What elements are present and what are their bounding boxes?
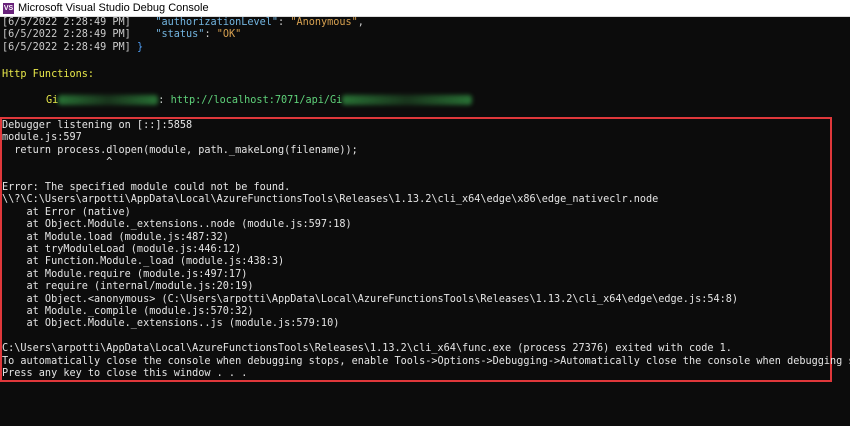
json-value: "OK": [216, 29, 242, 41]
json-separator: :: [204, 29, 217, 41]
json-key: "authorizationLevel": [155, 17, 279, 28]
press-any-key-prompt: Press any key to close this window . . .: [2, 368, 248, 379]
log-line-authorization: [6/5/2022 2:28:49 PM] "authorizationLeve…: [2, 17, 364, 30]
stack-frame: at Error (native): [2, 206, 131, 218]
stack-frame: at tryModuleLoad (module.js:446:12): [2, 244, 242, 255]
timestamp: [6/5/2022 2:28:49 PM]: [2, 29, 131, 41]
redacted-function-name: [58, 95, 159, 105]
stack-frame: at Object.Module._extensions..node (modu…: [2, 219, 352, 231]
function-name: Gi: [46, 95, 59, 106]
stack-frame: at require (internal/module.js:20:19): [2, 281, 254, 293]
json-value: "Anonymous": [290, 17, 358, 28]
json-tail: ,: [357, 17, 364, 28]
stack-frame: at Module.load (module.js:487:32): [2, 231, 229, 243]
error-line: return process.dlopen(module, path._make…: [2, 144, 358, 156]
stack-frame: at Function.Module._load (module.js:438:…: [2, 256, 285, 268]
window-title: Microsoft Visual Studio Debug Console: [18, 2, 209, 14]
error-line: \\?\C:\Users\arpotti\AppData\Local\Azure…: [2, 194, 659, 206]
redacted-url-suffix: [342, 95, 473, 105]
log-line-close: [6/5/2022 2:28:49 PM] }: [2, 42, 143, 55]
error-line: Error: The specified module could not be…: [2, 182, 291, 193]
json-separator: :: [278, 17, 291, 28]
stack-frame: at Module._compile (module.js:570:32): [2, 306, 254, 317]
function-entry: Gi: http://localhost:7071/api/Gi: [46, 95, 473, 108]
auto-close-hint: To automatically close the console when …: [2, 355, 850, 367]
error-line: ^: [2, 157, 113, 169]
stack-frame: at Module.require (module.js:497:17): [2, 268, 248, 280]
stack-frame: at Object.<anonymous> (C:\Users\arpotti\…: [2, 293, 739, 305]
timestamp: [6/5/2022 2:28:49 PM]: [2, 41, 131, 53]
log-line-status: [6/5/2022 2:28:49 PM] "status": "OK": [2, 29, 241, 42]
timestamp: [6/5/2022 2:28:49 PM]: [2, 17, 131, 28]
function-separator: :: [158, 95, 171, 106]
json-close-brace: }: [136, 41, 144, 53]
stack-frame: at Object.Module._extensions..js (module…: [2, 318, 340, 330]
json-key: "status": [155, 29, 205, 41]
console-output[interactable]: [6/5/2022 2:28:49 PM] "authorizationLeve…: [0, 17, 850, 390]
error-line: module.js:597: [2, 132, 82, 144]
http-functions-heading: Http Functions:: [2, 69, 95, 80]
function-url[interactable]: http://localhost:7071/api/Gi: [171, 95, 343, 106]
visual-studio-icon: VS: [3, 2, 14, 14]
exit-message: C:\Users\arpotti\AppData\Local\AzureFunc…: [2, 343, 732, 355]
title-bar[interactable]: VS Microsoft Visual Studio Debug Console: [0, 0, 850, 17]
debug-console-window: VS Microsoft Visual Studio Debug Console…: [0, 0, 850, 390]
error-line: Debugger listening on [::]:5858: [2, 120, 193, 131]
